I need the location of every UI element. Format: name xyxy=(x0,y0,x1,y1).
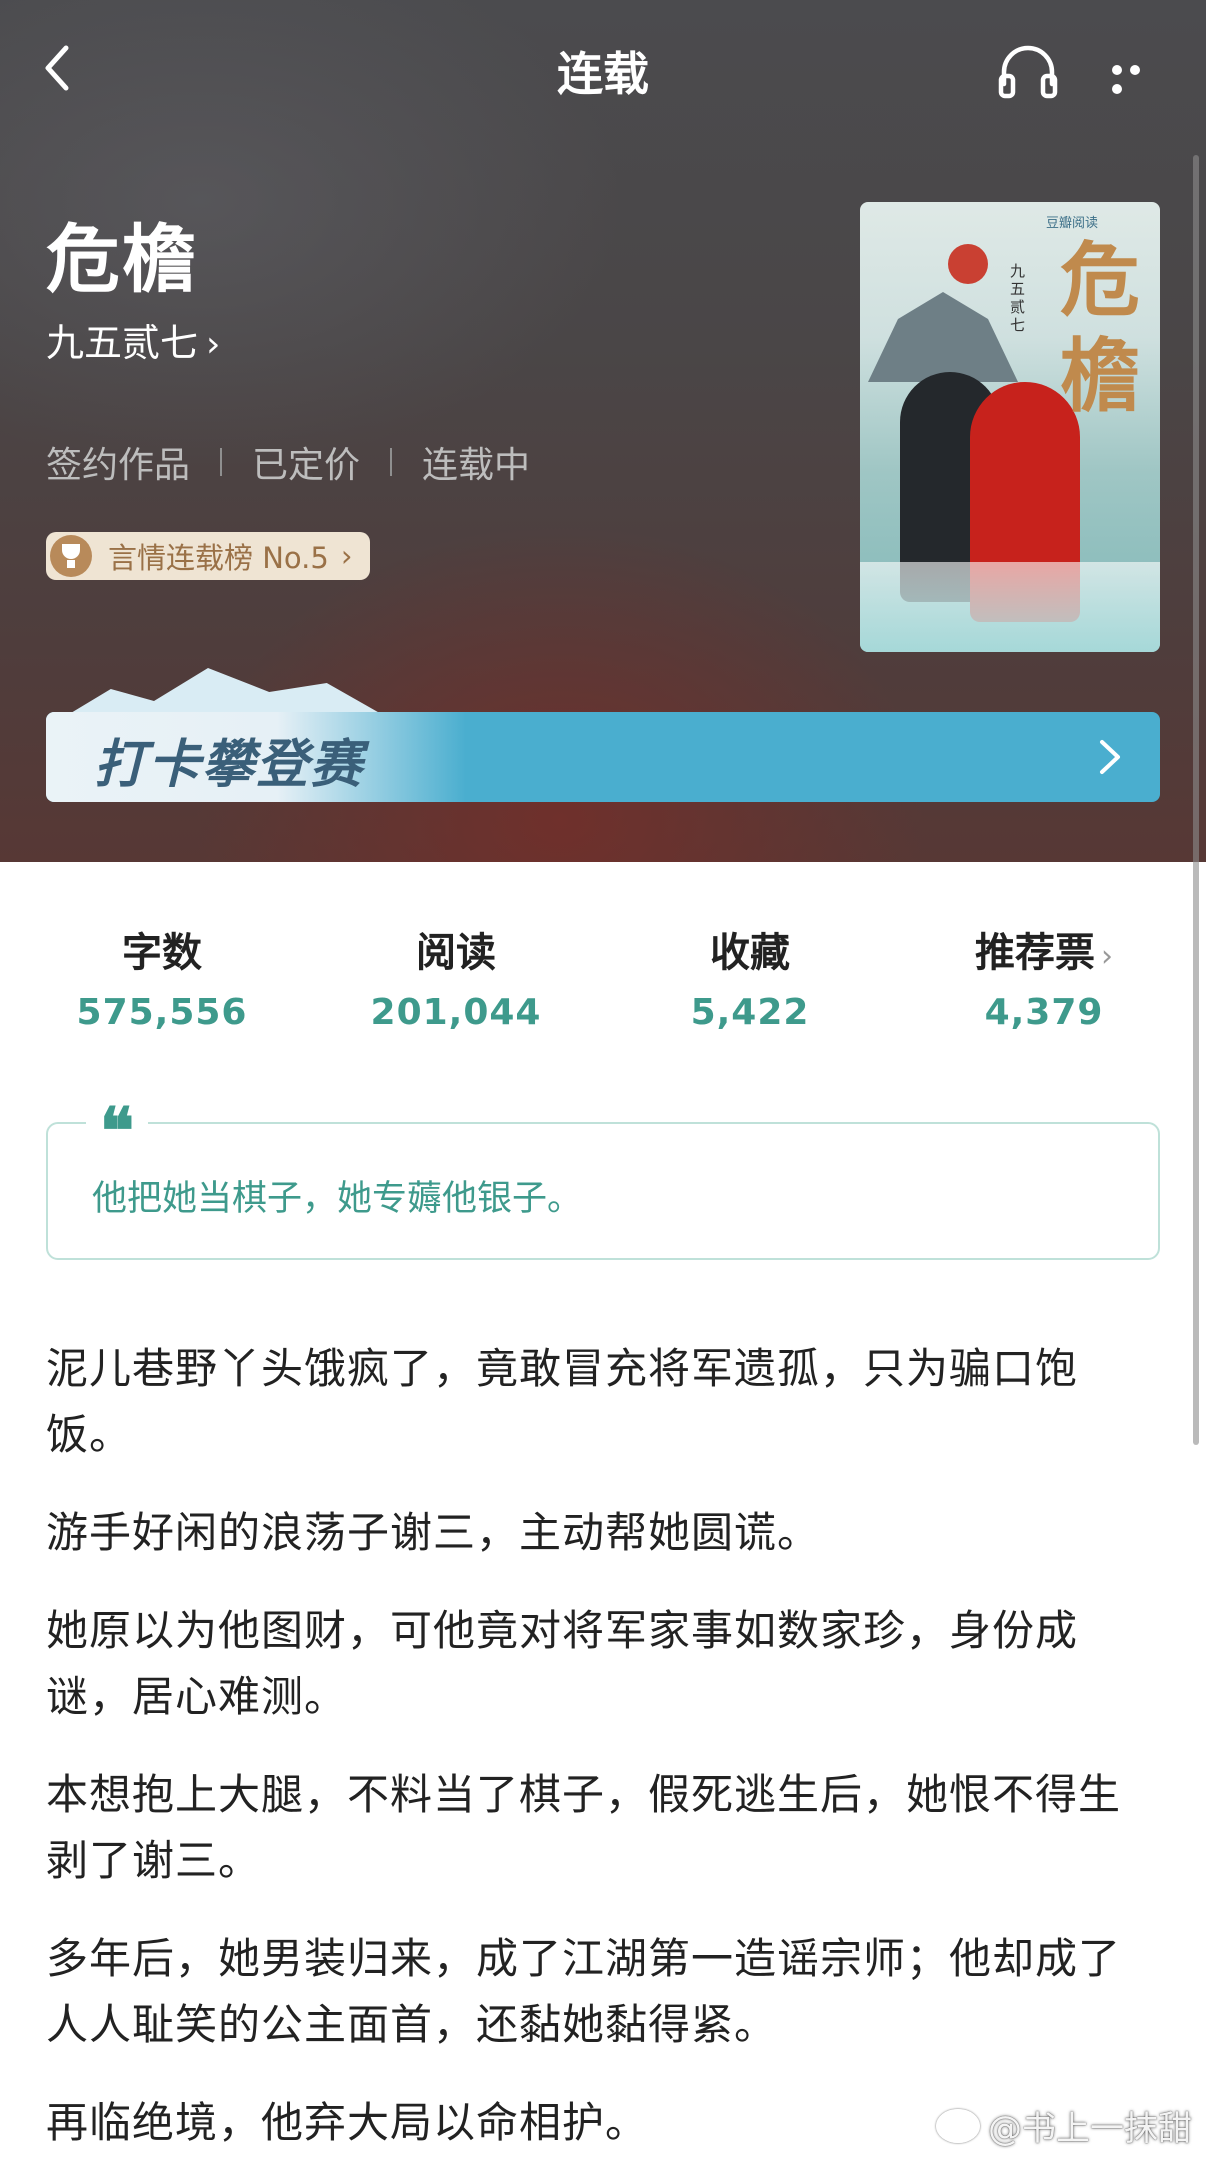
stat-label: 阅读 xyxy=(416,930,496,976)
book-tags: 签约作品 已定价 连载中 xyxy=(46,436,530,488)
chevron-right-icon: › xyxy=(1101,939,1113,974)
chevron-right-icon: › xyxy=(340,539,353,573)
rank-badge[interactable]: 言情连载榜 No.5 › xyxy=(46,532,371,580)
synopsis-paragraph: 多年后，她男装归来，成了江湖第一造谣宗师；他却成了人人耻笑的公主面首，还黏她黏得… xyxy=(46,1934,1122,2049)
stats-row: 字数 575,556 阅读 201,044 收藏 5,422 推荐票 › 4,37… xyxy=(0,920,1206,1040)
author-name: 九五贰七 xyxy=(46,321,199,365)
stat-recommend-votes[interactable]: 推荐票 › 4,379 xyxy=(914,920,1174,1033)
scrollbar[interactable] xyxy=(1193,155,1199,1445)
more-icon[interactable] xyxy=(1112,60,1162,94)
checkin-banner[interactable]: 打卡攀登赛 xyxy=(46,712,1160,802)
trophy-icon xyxy=(50,535,92,577)
rank-label: 言情连载榜 No.5 xyxy=(108,541,329,575)
quote-icon: ❝ xyxy=(86,1100,148,1164)
cover-title: 危檐 xyxy=(1060,232,1150,424)
cover-publisher-logo: 豆瓣阅读 xyxy=(1046,216,1099,231)
stat-word-count: 字数 575,556 xyxy=(32,920,292,1033)
stat-value: 5,422 xyxy=(690,992,810,1033)
cover-art-sun xyxy=(948,244,988,284)
book-header: 连载 危檐 九五贰七 › 签约作品 已定价 连载中 言情连载榜 No.5 › 豆瓣… xyxy=(0,0,1206,862)
divider xyxy=(220,448,223,476)
synopsis: 泥儿巷野丫头饿疯了，竟敢冒充将军遗孤，只为骗口饱饭。 游手好闲的浪荡子谢三，主动… xyxy=(46,1336,1160,2158)
tag-status: 连载中 xyxy=(422,445,531,486)
synopsis-paragraph: 泥儿巷野丫头饿疯了，竟敢冒充将军遗孤，只为骗口饱饭。 xyxy=(46,1344,1079,1459)
cover-title-char: 危 xyxy=(1060,233,1140,327)
stat-label-text: 推荐票 xyxy=(975,930,1095,976)
chevron-right-icon: › xyxy=(206,324,221,365)
tagline-box: 他把她当棋子，她专薅他银子。 xyxy=(46,1122,1160,1260)
cover-art-waves xyxy=(860,562,1160,652)
weibo-icon xyxy=(936,2108,980,2143)
tagline-text: 他把她当棋子，她专薅他银子。 xyxy=(92,1179,583,1219)
tag-priced: 已定价 xyxy=(252,445,361,486)
book-cover[interactable]: 豆瓣阅读 九五贰七 危檐 xyxy=(860,202,1160,652)
stat-label: 收藏 xyxy=(710,930,790,976)
stat-value: 575,556 xyxy=(76,992,248,1033)
stat-reads: 阅读 201,044 xyxy=(326,920,586,1033)
synopsis-paragraph: 本想抱上大腿，不料当了棋子，假死逃生后，她恨不得生剥了谢三。 xyxy=(46,1770,1122,1885)
stat-label: 字数 xyxy=(122,930,202,976)
stat-value: 4,379 xyxy=(984,992,1104,1033)
author-link[interactable]: 九五贰七 › xyxy=(46,312,220,367)
stat-label: 推荐票 › xyxy=(914,920,1174,978)
stat-value: 201,044 xyxy=(370,992,542,1033)
cover-art-pavilion xyxy=(868,292,1018,382)
cover-author: 九五贰七 xyxy=(1010,262,1026,334)
tag-signed: 签约作品 xyxy=(46,445,191,486)
watermark: @书上一抹甜 xyxy=(936,2101,1192,2150)
chevron-right-icon xyxy=(1090,734,1130,780)
synopsis-paragraph: 她原以为他图财，可他竟对将军家事如数家珍，身份成谜，居心难测。 xyxy=(46,1606,1079,1721)
top-nav-bar: 连载 xyxy=(0,0,1206,136)
book-title: 危檐 xyxy=(46,217,198,303)
cover-title-char: 檐 xyxy=(1060,329,1140,423)
synopsis-paragraph: 游手好闲的浪荡子谢三，主动帮她圆谎。 xyxy=(46,1508,821,1557)
banner-title: 打卡攀登赛 xyxy=(94,734,365,795)
stat-favorites: 收藏 5,422 xyxy=(620,920,880,1033)
watermark-text: @书上一抹甜 xyxy=(988,2109,1192,2149)
headphones-icon[interactable] xyxy=(996,40,1060,100)
divider xyxy=(390,448,393,476)
